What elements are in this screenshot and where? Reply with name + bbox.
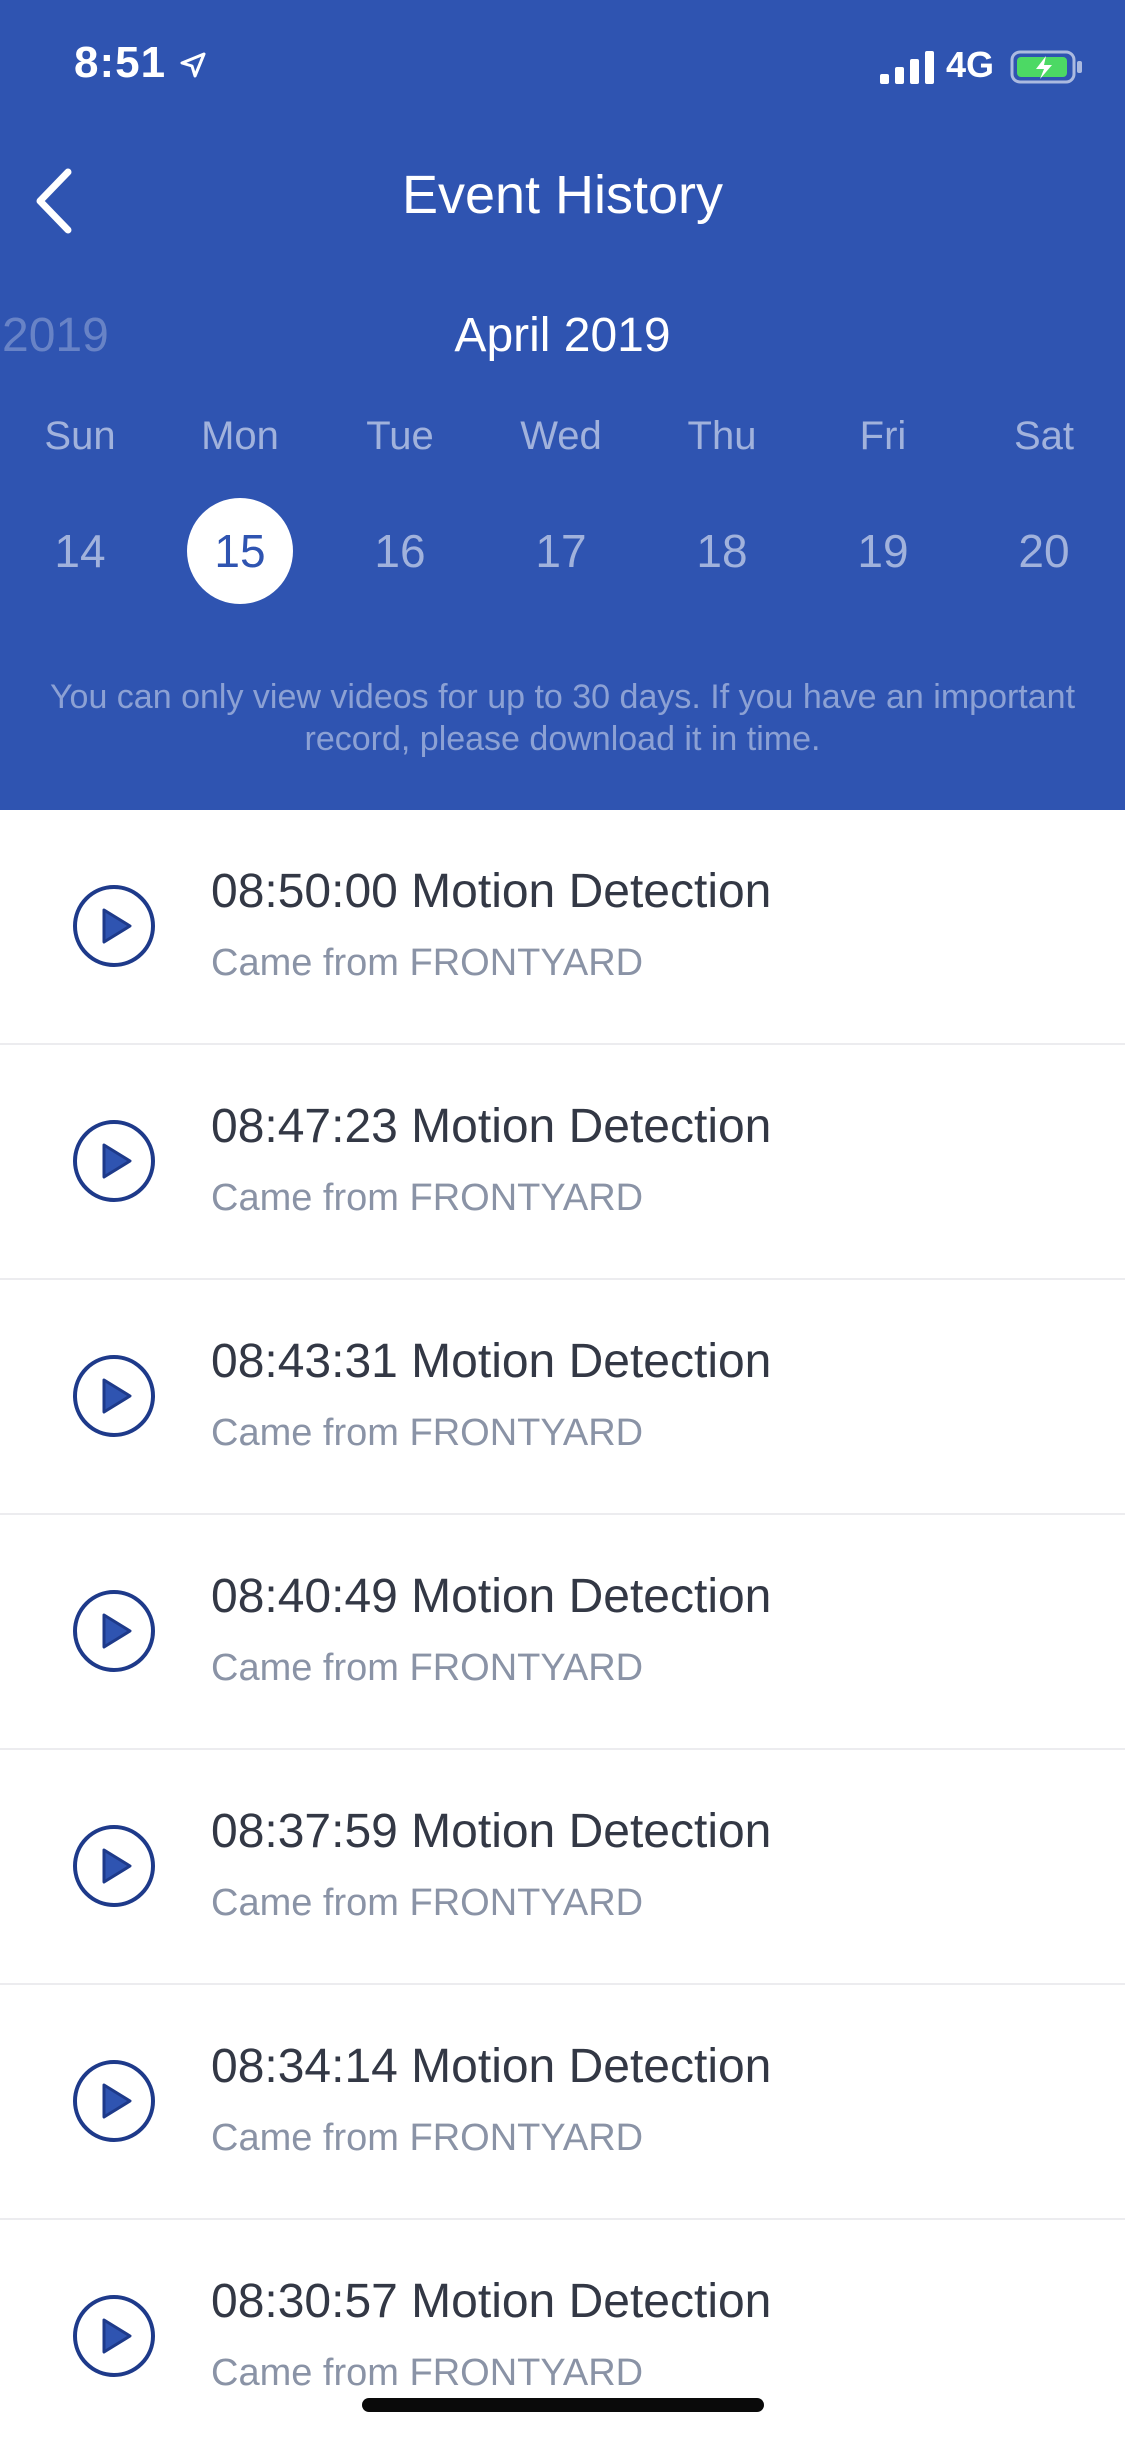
event-title: 08:37:59 Motion Detection bbox=[211, 1805, 772, 1858]
event-source: Came from FRONTYARD bbox=[211, 1647, 644, 1689]
play-icon[interactable] bbox=[72, 1824, 156, 1908]
weekday-tue: Tue bbox=[366, 414, 434, 458]
location-arrow-icon bbox=[180, 52, 206, 78]
weekday-fri: Fri bbox=[859, 414, 907, 458]
retention-notice: You can only view videos for up to 30 da… bbox=[49, 678, 1076, 758]
play-icon[interactable] bbox=[72, 2059, 156, 2143]
event-row[interactable]: 08:47:23 Motion Detection Came from FRON… bbox=[0, 1045, 1125, 1280]
weekday-sun: Sun bbox=[44, 414, 116, 458]
event-row[interactable]: 08:30:57 Motion Detection Came from FRON… bbox=[0, 2220, 1125, 2453]
event-title: 08:30:57 Motion Detection bbox=[211, 2275, 772, 2328]
event-source: Came from FRONTYARD bbox=[211, 942, 644, 984]
network-type: 4G bbox=[946, 44, 995, 85]
play-icon[interactable] bbox=[72, 884, 156, 968]
event-source: Came from FRONTYARD bbox=[211, 1882, 644, 1924]
event-row[interactable]: 08:34:14 Motion Detection Came from FRON… bbox=[0, 1985, 1125, 2220]
day-18[interactable]: 18 bbox=[669, 498, 775, 604]
event-row[interactable]: 08:50:00 Motion Detection Came from FRON… bbox=[0, 810, 1125, 1045]
page-title: Event History bbox=[401, 165, 724, 225]
day-20[interactable]: 20 bbox=[991, 498, 1097, 604]
event-source: Came from FRONTYARD bbox=[211, 2352, 644, 2394]
event-title: 08:47:23 Motion Detection bbox=[211, 1100, 772, 1153]
event-source: Came from FRONTYARD bbox=[211, 1412, 644, 1454]
event-source: Came from FRONTYARD bbox=[211, 1177, 644, 1219]
day-14[interactable]: 14 bbox=[27, 498, 133, 604]
weekday-sat: Sat bbox=[1013, 414, 1075, 458]
day-16[interactable]: 16 bbox=[347, 498, 453, 604]
weekday-wed: Wed bbox=[520, 414, 602, 458]
day-17[interactable]: 17 bbox=[508, 498, 614, 604]
event-row[interactable]: 08:37:59 Motion Detection Came from FRON… bbox=[0, 1750, 1125, 1985]
day-19[interactable]: 19 bbox=[830, 498, 936, 604]
play-icon[interactable] bbox=[72, 2294, 156, 2378]
event-row[interactable]: 08:40:49 Motion Detection Came from FRON… bbox=[0, 1515, 1125, 1750]
event-title: 08:43:31 Motion Detection bbox=[211, 1335, 772, 1388]
event-list: 08:50:00 Motion Detection Came from FRON… bbox=[0, 810, 1125, 2453]
play-icon[interactable] bbox=[72, 1119, 156, 1203]
header: 8:51 4G Event History 20 19 April 2019 Su… bbox=[0, 0, 1125, 810]
event-source: Came from FRONTYARD bbox=[211, 2117, 644, 2159]
home-indicator[interactable] bbox=[362, 2398, 764, 2412]
event-title: 08:50:00 Motion Detection bbox=[211, 865, 772, 918]
weekday-mon: Mon bbox=[201, 414, 279, 458]
play-icon[interactable] bbox=[72, 1589, 156, 1673]
battery-charging-icon bbox=[1010, 50, 1082, 84]
month-title: April 2019 bbox=[454, 309, 671, 362]
play-icon[interactable] bbox=[72, 1354, 156, 1438]
event-title: 08:34:14 Motion Detection bbox=[211, 2040, 772, 2093]
day-15-selected[interactable]: 15 bbox=[187, 498, 293, 604]
event-row[interactable]: 08:43:31 Motion Detection Came from FRON… bbox=[0, 1280, 1125, 1515]
event-title: 08:40:49 Motion Detection bbox=[211, 1570, 772, 1623]
cellular-signal-icon bbox=[880, 51, 934, 84]
status-time: 8:51 bbox=[74, 38, 167, 87]
weekday-thu: Thu bbox=[687, 414, 757, 458]
